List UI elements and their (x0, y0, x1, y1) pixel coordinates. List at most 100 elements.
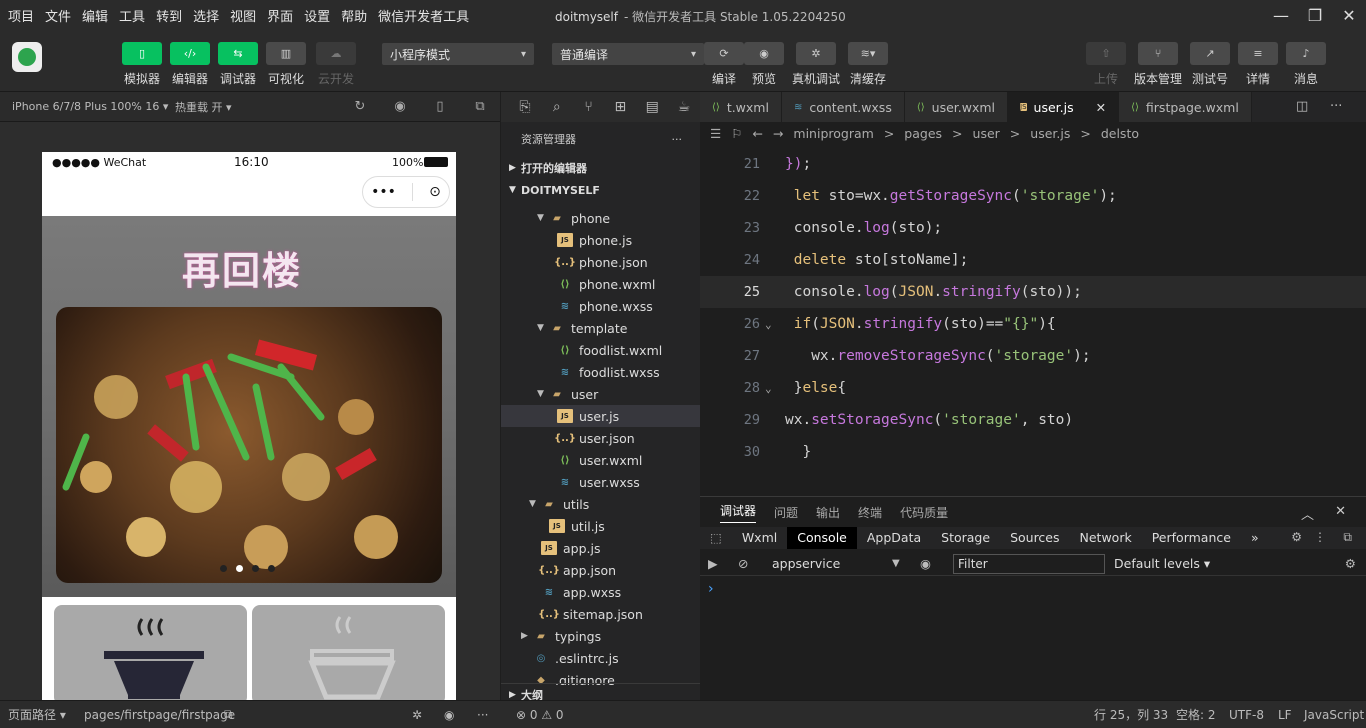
swiper-dot[interactable] (252, 565, 259, 572)
eye-icon[interactable]: ◉ (444, 708, 454, 722)
problems-count[interactable]: ⊗ 0 ⚠ 0 (516, 708, 564, 722)
forward-icon[interactable]: → (773, 126, 783, 141)
editor-tab[interactable]: ⟨⟩ firstpage.wxml (1119, 92, 1252, 122)
fold-icon[interactable]: ⌄ (765, 382, 772, 395)
inspect-icon[interactable]: ⬚ (700, 527, 732, 549)
maximize-icon[interactable]: ❐ (1298, 0, 1332, 30)
file-item[interactable]: JS util.js (501, 515, 700, 537)
devtools-tab[interactable]: Storage (931, 527, 1000, 549)
editor-button[interactable]: ‹/› 编辑器 (170, 42, 210, 86)
category-card[interactable] (252, 605, 445, 700)
compile-button[interactable]: ⟳ 编译 (704, 42, 744, 86)
files-icon[interactable]: ⎘ (509, 99, 541, 115)
encoding[interactable]: UTF-8 (1229, 708, 1264, 722)
panel-tab[interactable]: 调试器 (720, 502, 757, 523)
devtools-tab[interactable]: Wxml (732, 527, 787, 549)
clear-cache-button[interactable]: ≋▾ 清缓存 (848, 42, 888, 86)
open-editors-section[interactable]: ▶ 打开的编辑器 (501, 157, 700, 179)
fold-icon[interactable]: ⌄ (765, 318, 772, 331)
compile-select[interactable]: 普通编译 (552, 43, 704, 65)
panel-tab[interactable]: 问题 (774, 504, 798, 521)
back-icon[interactable]: ← (752, 126, 762, 141)
breadcrumb-item[interactable]: delsto (1101, 126, 1139, 141)
visual-button[interactable]: ▥ 可视化 (266, 42, 306, 86)
devtools-tab[interactable]: Console (787, 527, 857, 549)
devtools-tab[interactable]: Performance (1142, 527, 1241, 549)
version-button[interactable]: ⑂ 版本管理 (1134, 42, 1182, 86)
storage-icon[interactable]: ▤ (636, 99, 668, 115)
kebab-icon[interactable]: ⋮ (1314, 530, 1326, 544)
menu-item[interactable]: 选择 (193, 6, 219, 25)
panel-tab[interactable]: 代码质量 (900, 504, 948, 521)
menu-item[interactable]: 工具 (119, 6, 145, 25)
editor-tab[interactable]: JS user.js ✕ (1008, 92, 1120, 122)
search-icon[interactable]: ⌕ (541, 99, 573, 115)
swiper-dot[interactable] (268, 565, 275, 572)
chevron-up-icon[interactable]: ︿ (1301, 504, 1314, 523)
project-section[interactable]: ▼ DOITMYSELF (501, 179, 700, 201)
panel-tab[interactable]: 终端 (858, 504, 882, 521)
file-item[interactable]: ≋ user.wxss (501, 471, 700, 493)
popout-icon[interactable]: ⧉ (472, 99, 488, 115)
avatar[interactable] (12, 42, 42, 72)
devtools-tab[interactable]: AppData (857, 527, 931, 549)
reload-icon[interactable]: ↻ (352, 99, 368, 115)
menu-item[interactable]: 设置 (304, 6, 330, 25)
close-tab-icon[interactable]: ✕ (1096, 100, 1106, 115)
file-item[interactable]: ◎ .eslintrc.js (501, 647, 700, 669)
preview-button[interactable]: ◉ 预览 (744, 42, 784, 86)
sidebar-toggle-icon[interactable]: ▶ (708, 556, 718, 571)
dock-icon[interactable]: ⧉ (1343, 530, 1352, 545)
menu-item[interactable]: 文件 (45, 6, 71, 25)
git-icon[interactable]: ⑂ (573, 99, 605, 115)
file-item[interactable]: ≋ phone.wxss (501, 295, 700, 317)
folder-item[interactable]: ▶ ▰ typings (501, 625, 700, 647)
more-icon[interactable]: ··· (477, 708, 488, 722)
console-prompt[interactable]: › (708, 581, 714, 597)
menu-item[interactable]: 项目 (8, 6, 34, 25)
phone-rotate-icon[interactable]: ▯ (432, 99, 448, 115)
file-item[interactable]: {..} app.json (501, 559, 700, 581)
folder-item[interactable]: ▼ ▰ user (501, 383, 700, 405)
file-item[interactable]: {..} sitemap.json (501, 603, 700, 625)
test-account-button[interactable]: ↗ 测试号 (1190, 42, 1230, 86)
breadcrumb-item[interactable]: user (973, 126, 1000, 141)
editor-tab[interactable]: ⟨⟩ t.wxml (700, 92, 782, 122)
bug-icon[interactable]: ✲ (412, 708, 422, 722)
breadcrumb-item[interactable]: user.js (1030, 126, 1070, 141)
settings-icon[interactable]: ⚙ (1291, 530, 1302, 544)
page-path-label[interactable]: 页面路径 ▾ (8, 706, 66, 723)
menu-item[interactable]: 帮助 (341, 6, 367, 25)
file-item[interactable]: {..} user.json (501, 427, 700, 449)
swiper-image[interactable] (56, 307, 442, 583)
simulator-button[interactable]: ▯ 模拟器 (122, 42, 162, 86)
file-item[interactable]: ⟨⟩ phone.wxml (501, 273, 700, 295)
folder-item[interactable]: ▼ ▰ template (501, 317, 700, 339)
language-mode[interactable]: JavaScript (1304, 708, 1364, 722)
context-select[interactable]: appservice (772, 556, 840, 571)
file-item[interactable]: JS phone.js (501, 229, 700, 251)
swiper-dot[interactable] (220, 565, 227, 572)
real-debug-button[interactable]: ✲ 真机调试 (792, 42, 840, 86)
file-item[interactable]: ≋ foodlist.wxss (501, 361, 700, 383)
hotreload-select[interactable]: 热重载 开 ▾ (175, 99, 232, 115)
more-actions-icon[interactable]: ··· (1330, 99, 1342, 114)
menu-item[interactable]: 微信开发者工具 (378, 6, 469, 25)
devtools-tab[interactable]: Network (1070, 527, 1142, 549)
end-of-line[interactable]: LF (1278, 708, 1292, 722)
file-item[interactable]: {..} phone.json (501, 251, 700, 273)
devtools-tab[interactable]: » (1241, 527, 1269, 549)
menu-item[interactable]: 编辑 (82, 6, 108, 25)
breadcrumb-item[interactable]: pages (904, 126, 942, 141)
eye-icon[interactable]: ◉ (920, 556, 931, 571)
devtools-tab[interactable]: Sources (1000, 527, 1069, 549)
folder-item[interactable]: ▼ ▰ phone (501, 207, 700, 229)
swiper-dot[interactable] (236, 565, 243, 572)
file-item[interactable]: JS app.js (501, 537, 700, 559)
folder-item[interactable]: ▼ ▰ utils (501, 493, 700, 515)
code-editor[interactable]: 21}); 22 let sto=wx.getStorageSync('stora… (700, 148, 1366, 496)
cursor-position[interactable]: 行 25，列 33 (1094, 706, 1168, 723)
category-card[interactable] (54, 605, 247, 700)
mode-select[interactable]: 小程序模式 (382, 43, 534, 65)
messages-button[interactable]: ♪ 消息 (1286, 42, 1326, 86)
